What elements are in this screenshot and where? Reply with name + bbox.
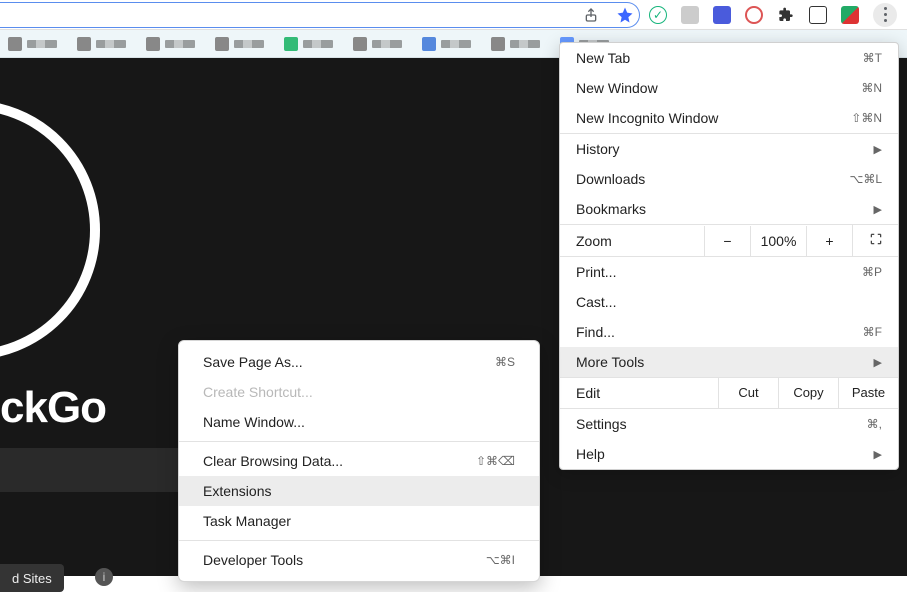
menu-shortcut: ⌘N	[861, 81, 882, 95]
extension-icon-5[interactable]	[809, 6, 827, 24]
submenu-label: Clear Browsing Data...	[203, 453, 343, 469]
bookmark-item[interactable]	[422, 37, 471, 51]
bookmark-item[interactable]	[491, 37, 540, 51]
submenu-separator	[179, 540, 539, 541]
toolbar-icons: ✓	[581, 3, 897, 27]
menu-new-incognito[interactable]: New Incognito Window ⇧⌘N	[560, 103, 898, 133]
submenu-developer-tools[interactable]: Developer Tools ⌥⌘I	[179, 545, 539, 575]
menu-label: Bookmarks	[576, 201, 646, 217]
menu-find[interactable]: Find... ⌘F	[560, 317, 898, 347]
bookmark-item[interactable]	[8, 37, 57, 51]
menu-shortcut: ⇧⌘N	[851, 111, 882, 125]
menu-label: More Tools	[576, 354, 644, 370]
menu-label: New Tab	[576, 50, 630, 66]
menu-settings[interactable]: Settings ⌘,	[560, 409, 898, 439]
menu-help[interactable]: Help ▶	[560, 439, 898, 469]
menu-new-tab[interactable]: New Tab ⌘T	[560, 43, 898, 73]
chevron-right-icon: ▶	[874, 448, 882, 461]
menu-shortcut: ⌘T	[863, 51, 882, 65]
bookmark-item[interactable]	[284, 37, 333, 51]
menu-shortcut: ⌥⌘L	[849, 172, 882, 186]
menu-shortcut: ⌘F	[863, 325, 882, 339]
edit-copy-button[interactable]: Copy	[778, 378, 838, 408]
bookmark-item[interactable]	[77, 37, 126, 51]
zoom-out-button[interactable]: −	[704, 226, 750, 256]
menu-label: Settings	[576, 416, 627, 432]
zoom-percent: 100%	[750, 226, 806, 256]
submenu-shortcut: ⌥⌘I	[486, 553, 515, 567]
extensions-puzzle-icon[interactable]	[777, 6, 795, 24]
menu-zoom: Zoom − 100% +	[560, 224, 898, 257]
fullscreen-button[interactable]	[852, 225, 898, 256]
menu-label: Downloads	[576, 171, 645, 187]
more-tools-submenu: Save Page As... ⌘S Create Shortcut... Na…	[178, 340, 540, 582]
submenu-label: Save Page As...	[203, 354, 303, 370]
menu-label: Cast...	[576, 294, 616, 310]
chevron-right-icon: ▶	[874, 356, 882, 369]
bookmark-item[interactable]	[215, 37, 264, 51]
menu-history[interactable]: History ▶	[560, 134, 898, 164]
brand-text-fragment: ckGo	[0, 383, 106, 433]
extension-icon-6[interactable]	[841, 6, 859, 24]
info-icon[interactable]: i	[95, 568, 113, 586]
menu-bookmarks[interactable]: Bookmarks ▶	[560, 194, 898, 224]
submenu-task-manager[interactable]: Task Manager	[179, 506, 539, 536]
edit-paste-button[interactable]: Paste	[838, 378, 898, 408]
submenu-label: Name Window...	[203, 414, 305, 430]
submenu-extensions[interactable]: Extensions	[179, 476, 539, 506]
menu-shortcut: ⌘,	[867, 417, 882, 431]
search-bar-fragment[interactable]	[0, 448, 200, 492]
browser-chrome-top: ✓	[0, 0, 907, 30]
logo-circle	[0, 100, 100, 360]
chevron-right-icon: ▶	[874, 203, 882, 216]
submenu-label: Extensions	[203, 483, 271, 499]
star-icon[interactable]	[615, 5, 635, 25]
sites-button-label: d Sites	[12, 571, 52, 586]
menu-new-window[interactable]: New Window ⌘N	[560, 73, 898, 103]
submenu-save-page[interactable]: Save Page As... ⌘S	[179, 347, 539, 377]
submenu-shortcut: ⌘S	[495, 355, 515, 369]
submenu-label: Developer Tools	[203, 552, 303, 568]
bookmark-item[interactable]	[146, 37, 195, 51]
browser-menu-button[interactable]	[873, 3, 897, 27]
chevron-right-icon: ▶	[874, 143, 882, 156]
menu-edit: Edit Cut Copy Paste	[560, 377, 898, 409]
menu-label: New Window	[576, 80, 658, 96]
sites-button-fragment[interactable]: d Sites	[0, 564, 64, 592]
menu-print[interactable]: Print... ⌘P	[560, 257, 898, 287]
menu-shortcut: ⌘P	[862, 265, 882, 279]
submenu-label: Task Manager	[203, 513, 291, 529]
share-icon[interactable]	[581, 5, 601, 25]
submenu-create-shortcut: Create Shortcut...	[179, 377, 539, 407]
menu-more-tools[interactable]: More Tools ▶	[560, 347, 898, 377]
zoom-label: Zoom	[560, 226, 704, 256]
extension-icon-2[interactable]	[681, 6, 699, 24]
zoom-in-button[interactable]: +	[806, 226, 852, 256]
submenu-label: Create Shortcut...	[203, 384, 313, 400]
menu-label: History	[576, 141, 620, 157]
browser-menu: New Tab ⌘T New Window ⌘N New Incognito W…	[559, 42, 899, 470]
extension-icon-1[interactable]: ✓	[649, 6, 667, 24]
menu-label: Find...	[576, 324, 615, 340]
extension-icon-3[interactable]	[713, 6, 731, 24]
edit-cut-button[interactable]: Cut	[718, 378, 778, 408]
submenu-name-window[interactable]: Name Window...	[179, 407, 539, 437]
submenu-clear-browsing[interactable]: Clear Browsing Data... ⇧⌘⌫	[179, 446, 539, 476]
extension-icon-4[interactable]	[745, 6, 763, 24]
menu-cast[interactable]: Cast...	[560, 287, 898, 317]
menu-label: Print...	[576, 264, 616, 280]
submenu-shortcut: ⇧⌘⌫	[476, 454, 515, 468]
bookmark-item[interactable]	[353, 37, 402, 51]
menu-label: Help	[576, 446, 605, 462]
address-bar[interactable]	[0, 2, 640, 28]
menu-downloads[interactable]: Downloads ⌥⌘L	[560, 164, 898, 194]
edit-label: Edit	[560, 378, 718, 408]
submenu-separator	[179, 441, 539, 442]
menu-label: New Incognito Window	[576, 110, 718, 126]
